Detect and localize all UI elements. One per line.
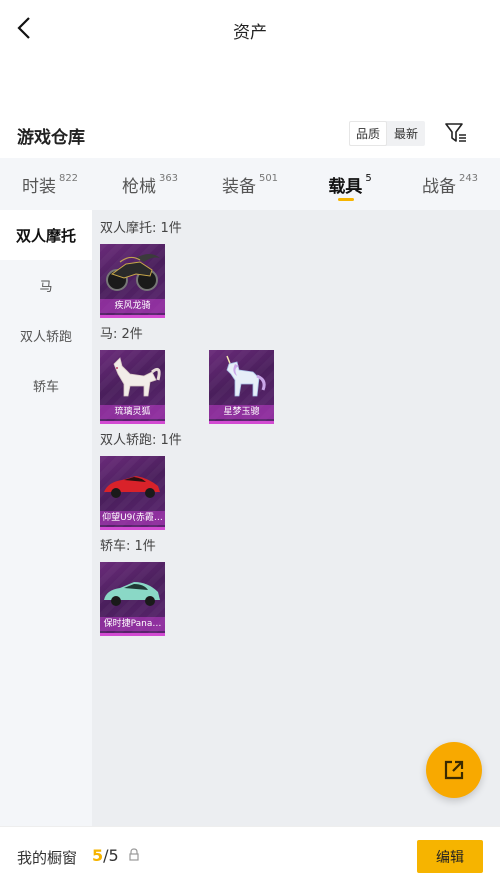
motorcycle-icon <box>106 254 160 291</box>
group-label: 双人摩托: 1件 <box>100 221 182 236</box>
share-external-icon <box>444 760 464 780</box>
sort-toggle-group: 品质 最新 <box>349 121 425 146</box>
showcase-count-current: 5 <box>92 846 104 865</box>
tab-label: 时装 <box>21 176 56 197</box>
tab-label: 载具 <box>328 176 363 197</box>
showcase-count-total: 5 <box>108 846 119 865</box>
sort-newest-button[interactable]: 最新 <box>387 121 425 146</box>
item-card[interactable]: 保时捷Pana… <box>100 562 165 636</box>
item-card[interactable]: 琉璃灵狐 <box>100 350 165 424</box>
tab-equipment[interactable]: 装备 501 <box>200 158 300 210</box>
item-name: 保时捷Pana… <box>100 617 165 631</box>
tab-fashion[interactable]: 时装 822 <box>0 158 100 210</box>
item-card[interactable]: 疾风龙骑 <box>100 244 165 318</box>
sidebar-item-sedan[interactable]: 轿车 <box>0 360 92 410</box>
item-card[interactable]: 星梦玉骢 <box>209 350 274 424</box>
group-label: 双人轿跑: 1件 <box>100 433 182 448</box>
item-name: 仰望U9(赤霞… <box>100 511 165 525</box>
red-sports-car-icon <box>104 476 160 498</box>
sidebar-item-two-seat-motorcycle[interactable]: 双人摩托 <box>0 210 92 260</box>
tab-count: 243 <box>458 172 479 184</box>
sidebar-item-two-seat-coupe[interactable]: 双人轿跑 <box>0 310 92 360</box>
item-grid: 双人摩托: 1件 疾风龙骑 马: 2件 琉璃灵狐 星梦玉骢 双人轿跑: 1件 仰… <box>92 210 500 826</box>
item-name: 星梦玉骢 <box>209 405 274 419</box>
top-bar: 资产 <box>0 0 500 58</box>
filter-list-icon <box>445 123 466 142</box>
tab-firearms[interactable]: 枪械 363 <box>100 158 200 210</box>
category-tabs: 时装 822 枪械 363 装备 501 载具 5 战备 243 <box>0 158 500 210</box>
tab-count: 822 <box>58 172 79 184</box>
tab-count: 5 <box>365 172 372 184</box>
item-name: 疾风龙骑 <box>100 299 165 313</box>
tab-count: 501 <box>258 172 279 184</box>
item-name: 琉璃灵狐 <box>100 405 165 419</box>
tab-combat-gear[interactable]: 战备 243 <box>400 158 500 210</box>
showcase-label: 我的橱窗 <box>17 849 78 867</box>
tab-label: 战备 <box>421 176 456 197</box>
item-card[interactable]: 仰望U9(赤霞… <box>100 456 165 530</box>
filter-button[interactable] <box>444 121 468 145</box>
group-label: 马: 2件 <box>100 327 143 342</box>
warehouse-title: 游戏仓库 <box>17 128 85 148</box>
crystal-fox-icon <box>113 357 161 397</box>
group-label: 轿车: 1件 <box>100 539 156 554</box>
bottom-bar: 我的橱窗 5/5 编辑 <box>0 826 500 885</box>
unicorn-icon <box>226 355 266 397</box>
subcategory-sidebar: 双人摩托 马 双人轿跑 轿车 <box>0 210 92 826</box>
tab-count: 363 <box>158 172 179 184</box>
share-fab-button[interactable] <box>426 742 482 798</box>
mint-sedan-icon <box>104 582 160 606</box>
page-title: 资产 <box>233 23 267 43</box>
tab-label: 装备 <box>221 176 256 197</box>
tab-label: 枪械 <box>121 176 156 197</box>
sidebar-item-horse[interactable]: 马 <box>0 260 92 310</box>
edit-button[interactable]: 编辑 <box>417 840 483 873</box>
lock-icon <box>129 848 139 861</box>
active-tab-indicator <box>338 198 354 201</box>
tab-vehicles[interactable]: 载具 5 <box>300 158 400 210</box>
sort-quality-button[interactable]: 品质 <box>349 121 387 146</box>
showcase-count: 5/5 <box>92 846 119 865</box>
